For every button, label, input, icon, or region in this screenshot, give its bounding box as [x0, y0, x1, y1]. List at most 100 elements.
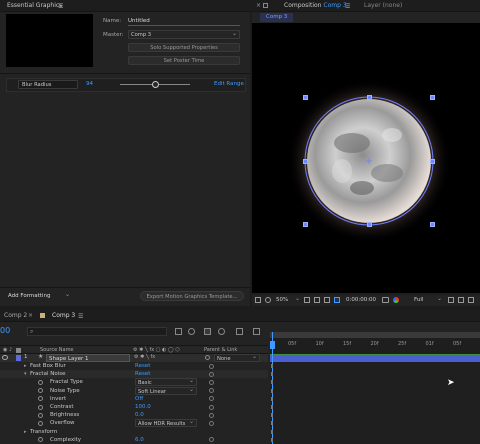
3d-view-icon[interactable] — [468, 297, 474, 303]
pick-whip-icon[interactable] — [209, 412, 214, 418]
pick-whip-icon[interactable] — [209, 371, 214, 377]
layer-color-label[interactable] — [16, 355, 21, 361]
comp-breadcrumb[interactable]: Comp 3 — [260, 13, 294, 22]
property-row-noise-type[interactable]: Noise Type Soft Linear — [0, 386, 268, 395]
pick-whip-icon[interactable] — [205, 355, 210, 360]
current-time[interactable]: 00 — [0, 326, 10, 335]
property-value[interactable]: 6.0 — [135, 436, 144, 444]
property-name-field[interactable]: Blur Radius — [18, 80, 78, 89]
bbox-handle-bl[interactable] — [303, 222, 308, 227]
property-value[interactable]: 94 — [86, 81, 93, 87]
keyframe-marker[interactable] — [271, 437, 273, 442]
edit-range-link[interactable]: Edit Range — [214, 81, 244, 87]
tab-comp-2[interactable]: Comp 2 — [0, 310, 31, 322]
lock-icon[interactable] — [263, 3, 268, 8]
stopwatch-icon[interactable] — [38, 404, 43, 410]
solo-supported-properties-button[interactable]: Solo Supported Properties — [128, 43, 240, 52]
property-value[interactable]: 100.0 — [135, 403, 151, 411]
stopwatch-icon[interactable] — [38, 388, 43, 394]
shy-icon[interactable] — [188, 328, 195, 335]
bbox-handle-l[interactable] — [303, 159, 308, 164]
layer-switches[interactable]: ⚙ ✱ ╲ fx — [134, 354, 155, 360]
grid-icon[interactable] — [314, 297, 320, 303]
bbox-handle-tl[interactable] — [303, 95, 308, 100]
expand-triangle-icon[interactable]: ▸ — [24, 428, 27, 436]
property-value[interactable]: 0.0 — [135, 411, 144, 419]
visibility-eye-icon[interactable] — [2, 355, 8, 360]
property-row-fractal-noise[interactable]: ▾ Fractal Noise Reset — [0, 370, 268, 379]
name-field[interactable]: Untitled — [128, 17, 240, 26]
bbox-handle-b[interactable] — [367, 222, 372, 227]
keyframe-marker[interactable] — [271, 372, 273, 377]
property-row-complexity[interactable]: Complexity 6.0 — [0, 436, 268, 444]
add-formatting-dropdown[interactable]: Add Formatting ⌄ — [8, 291, 70, 301]
keyframe-marker[interactable] — [271, 364, 273, 368]
property-dropdown[interactable]: Soft Linear — [135, 386, 197, 395]
snapshot-icon[interactable] — [382, 297, 389, 303]
property-dropdown[interactable]: Basic — [135, 377, 197, 387]
property-row-fractal-type[interactable]: Fractal Type Basic — [0, 377, 268, 387]
set-poster-time-button[interactable]: Set Poster Time — [128, 56, 240, 65]
close-icon[interactable]: × — [256, 2, 261, 9]
pick-whip-icon[interactable] — [209, 363, 214, 369]
roi-icon[interactable] — [448, 297, 454, 303]
panel-menu-icon[interactable]: ☰ — [58, 3, 63, 10]
comp-viewer[interactable] — [252, 23, 480, 293]
stopwatch-icon[interactable] — [38, 396, 43, 402]
pick-whip-icon[interactable] — [209, 437, 214, 443]
keyframe-marker[interactable] — [271, 413, 273, 418]
show-channel-icon[interactable] — [393, 297, 399, 303]
graph-editor-icon[interactable] — [236, 328, 243, 335]
stopwatch-icon[interactable] — [38, 420, 43, 426]
master-dropdown[interactable]: Comp 3 — [128, 29, 240, 39]
bbox-handle-br[interactable] — [430, 222, 435, 227]
parent-dropdown[interactable]: None — [214, 353, 260, 362]
property-row-transform[interactable]: ▸ Transform — [0, 428, 268, 436]
stopwatch-icon[interactable] — [38, 412, 43, 418]
pick-whip-icon[interactable] — [209, 388, 214, 394]
tab-comp-3[interactable]: Comp 3 — [48, 310, 79, 322]
layer-track-bar[interactable] — [270, 354, 480, 362]
property-row-fast-box-blur[interactable]: ▸ Fast Box Blur Reset — [0, 362, 268, 370]
tab-composition[interactable]: Composition Comp 3 — [280, 0, 351, 12]
layer-name[interactable]: Shape Layer 1 — [46, 354, 130, 362]
always-preview-icon[interactable] — [255, 297, 261, 303]
work-area-bar[interactable] — [270, 332, 480, 338]
keyframe-marker[interactable] — [271, 421, 273, 426]
stopwatch-icon[interactable] — [38, 379, 43, 385]
reset-link[interactable]: Reset — [135, 370, 150, 378]
bbox-handle-tr[interactable] — [430, 95, 435, 100]
close-icon[interactable]: × — [28, 312, 33, 319]
source-name-header[interactable]: Source Name — [40, 347, 74, 353]
pick-whip-icon[interactable] — [209, 396, 214, 402]
timecode[interactable]: 0:00:00:00 — [346, 296, 376, 305]
time-ruler[interactable]: 05f 10f 15f 20f 25f 01f 05f — [270, 332, 480, 354]
draft-3d-icon[interactable] — [175, 328, 182, 335]
mask-icon[interactable] — [324, 297, 330, 303]
keyframe-marker[interactable] — [271, 429, 273, 434]
property-dropdown[interactable]: Allow HDR Results — [135, 418, 197, 428]
pick-whip-icon[interactable] — [209, 420, 214, 426]
expand-triangle-icon[interactable]: ▾ — [24, 370, 27, 378]
transparency-grid-icon[interactable] — [458, 297, 464, 303]
keyframe-marker[interactable] — [271, 405, 273, 409]
zoom-dropdown[interactable]: 50% ⌄ — [276, 295, 302, 305]
bbox-handle-r[interactable] — [430, 159, 435, 164]
property-value[interactable]: Off — [135, 395, 143, 403]
layer-row[interactable]: 1 ★ Shape Layer 1 ⚙ ✱ ╲ fx None — [0, 353, 268, 362]
property-row-invert[interactable]: Invert Off — [0, 395, 268, 403]
comp-flow-icon[interactable] — [253, 328, 260, 335]
parent-link-header[interactable]: Parent & Link — [204, 347, 237, 353]
resolution-icon[interactable] — [304, 297, 310, 303]
property-row-contrast[interactable]: Contrast 100.0 — [0, 403, 268, 411]
motion-blur-icon[interactable] — [218, 328, 225, 335]
timeline-search[interactable]: ⌕ — [27, 327, 167, 336]
transparency-icon[interactable] — [334, 297, 340, 303]
property-row-overflow[interactable]: Overflow Allow HDR Results — [0, 418, 268, 428]
keyframe-marker[interactable] — [271, 396, 273, 401]
tab-essential-graphics[interactable]: Essential Graphics — [3, 0, 66, 12]
tab-layer[interactable]: Layer (none) — [360, 0, 406, 12]
keyframe-marker[interactable] — [271, 380, 273, 385]
timeline-track-area[interactable] — [270, 362, 480, 444]
panel-menu-icon[interactable]: ☰ — [78, 313, 83, 320]
